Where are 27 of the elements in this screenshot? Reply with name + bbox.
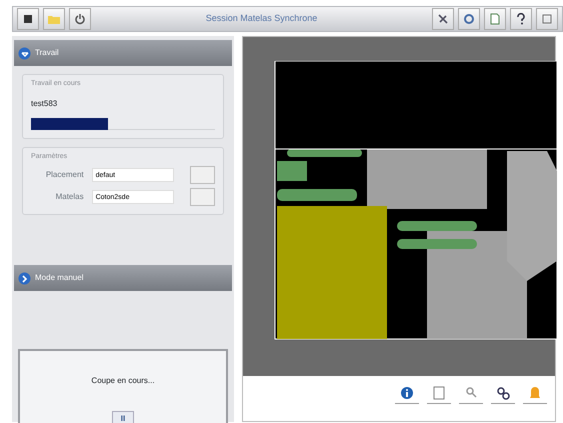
field-label: Matelas [54, 191, 84, 203]
bell-icon [528, 386, 542, 400]
window-title: Session Matelas Synchrone [204, 12, 318, 26]
refresh-icon [463, 13, 475, 25]
document-icon [489, 13, 501, 25]
power-button[interactable] [69, 8, 91, 30]
refresh-button[interactable] [458, 8, 480, 30]
job-name: test583 [31, 98, 58, 110]
gears-icon [496, 386, 510, 400]
panel-header[interactable]: Mode manuel [14, 265, 232, 291]
magnifier-icon [465, 386, 477, 398]
help-icon [516, 13, 526, 25]
window-icon [542, 14, 552, 24]
info-icon [400, 386, 414, 400]
power-icon [74, 13, 86, 25]
field-label: Placement [44, 169, 84, 181]
folder-icon [48, 14, 60, 24]
status-message: Coupe en cours... [91, 375, 155, 387]
pause-button[interactable]: II [112, 411, 134, 423]
help-button[interactable] [510, 8, 532, 30]
panel-header[interactable]: Travail [14, 40, 232, 66]
expanded-arrow-icon [18, 46, 31, 60]
page-icon [433, 386, 445, 400]
stop-button[interactable] [17, 8, 39, 30]
square-icon [23, 14, 33, 24]
print-button[interactable] [484, 8, 506, 30]
window-button[interactable] [536, 8, 558, 30]
